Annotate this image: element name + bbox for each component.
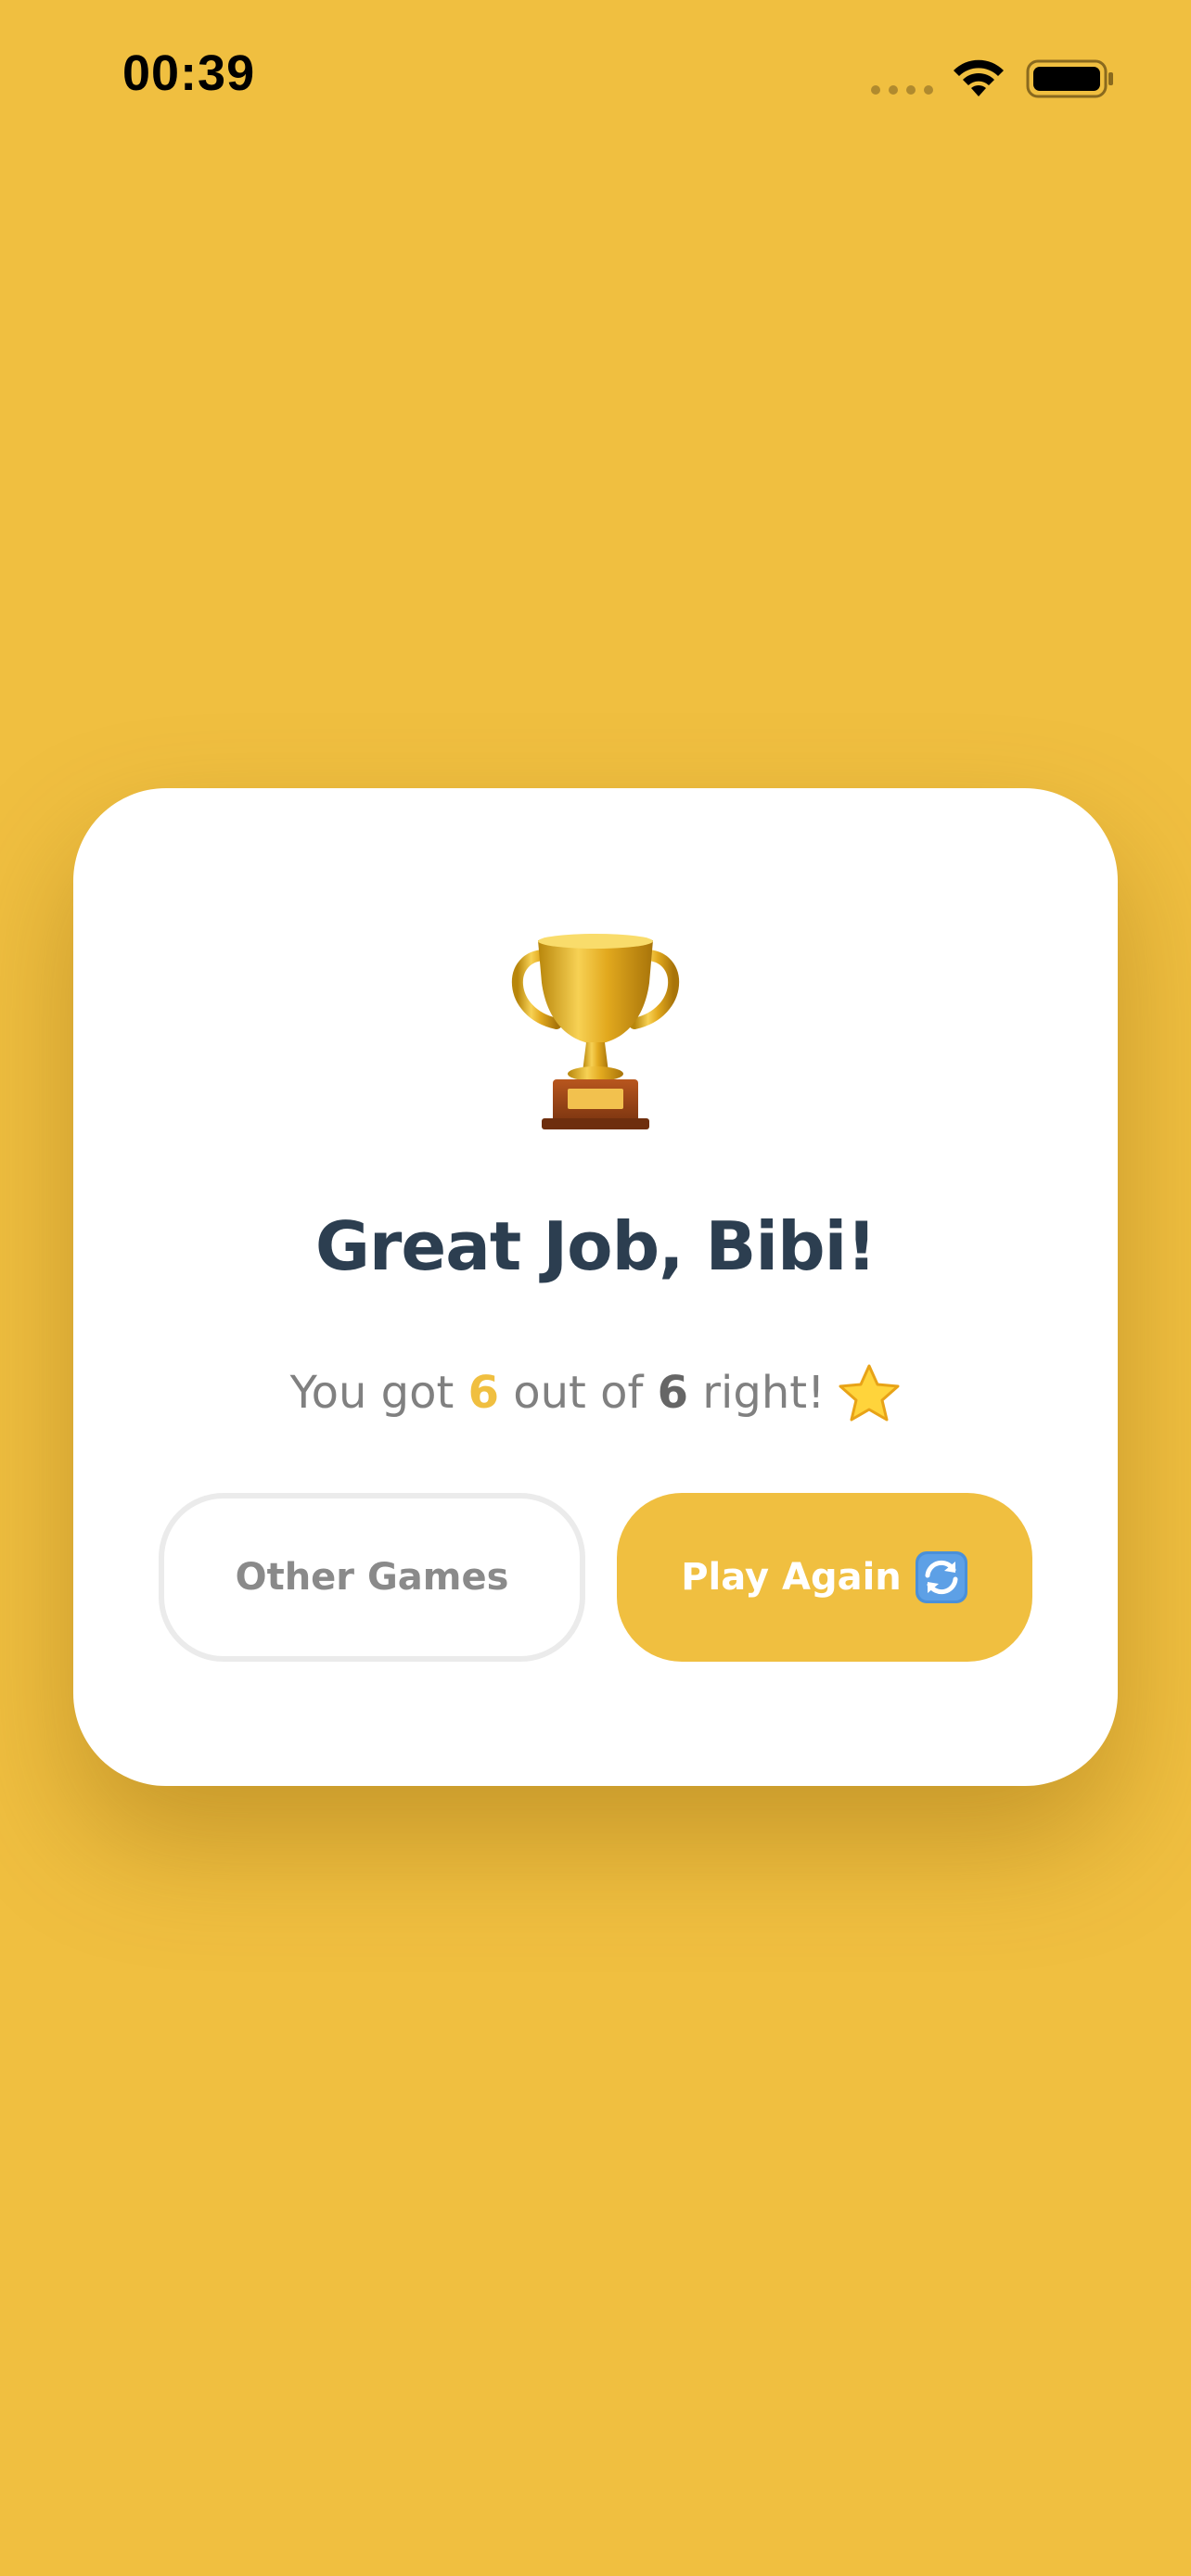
other-games-button[interactable]: Other Games xyxy=(159,1493,585,1662)
signal-dots-icon xyxy=(871,85,933,95)
result-title: Great Job, Bibi! xyxy=(314,1207,877,1285)
other-games-label: Other Games xyxy=(235,1556,509,1599)
score-total: 6 xyxy=(657,1367,689,1419)
score-middle: out of xyxy=(498,1367,658,1419)
wifi-icon xyxy=(954,59,1004,96)
score-suffix: right! xyxy=(688,1367,826,1419)
play-again-label: Play Again xyxy=(681,1556,902,1599)
result-card: Great Job, Bibi! You got 6 out of 6 righ… xyxy=(73,788,1118,1786)
replay-icon xyxy=(915,1551,967,1603)
score-text: You got 6 out of 6 right! xyxy=(73,1363,1118,1422)
star-icon xyxy=(839,1364,900,1422)
battery-icon xyxy=(1026,59,1113,98)
score-value: 6 xyxy=(467,1367,499,1419)
status-bar: 00:39 xyxy=(0,0,1191,158)
status-time: 00:39 xyxy=(122,45,256,101)
score-prefix: You got xyxy=(289,1367,468,1419)
play-again-button[interactable]: Play Again xyxy=(617,1493,1032,1662)
trophy-icon xyxy=(511,934,680,1129)
